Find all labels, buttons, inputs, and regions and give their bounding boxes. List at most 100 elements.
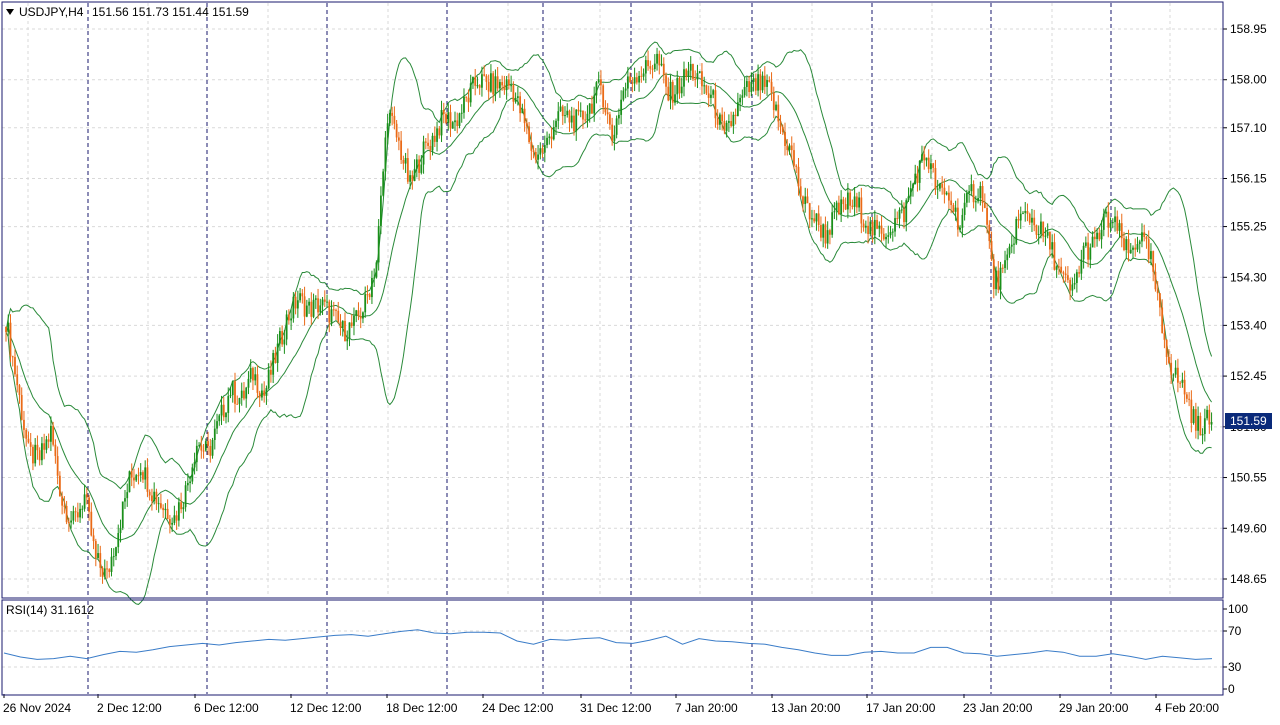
- candle-body: [595, 82, 598, 96]
- candle-body: [793, 150, 795, 166]
- symbol-label: USDJPY,H4: [19, 5, 84, 19]
- candle-body: [721, 114, 724, 121]
- candle-body: [804, 196, 807, 205]
- candle-body: [934, 167, 937, 190]
- candle-body: [516, 96, 519, 98]
- candle-body: [283, 339, 286, 345]
- candle-body: [968, 191, 971, 194]
- candle-body: [685, 69, 688, 77]
- rsi-tick-label: 70: [1228, 624, 1242, 638]
- candle-body: [739, 97, 742, 103]
- candle-body: [521, 108, 524, 114]
- candle-body: [584, 119, 587, 121]
- candle-body: [662, 63, 665, 76]
- candle-body: [519, 96, 522, 114]
- candle-body: [440, 109, 443, 136]
- x-tick-label: 26 Nov 2024: [3, 701, 71, 715]
- candle-body: [137, 475, 140, 477]
- candle-body: [1100, 229, 1103, 240]
- candle-body: [817, 213, 820, 226]
- x-tick-label: 17 Jan 20:00: [866, 701, 936, 715]
- candle-body: [1123, 238, 1125, 251]
- candle-body: [622, 90, 625, 100]
- candle-body: [871, 221, 874, 236]
- candle-body: [353, 315, 355, 326]
- candle-body: [92, 535, 95, 542]
- candle-body: [458, 113, 461, 127]
- candle-body: [1136, 244, 1139, 250]
- candle-body: [415, 159, 418, 169]
- candle-body: [779, 121, 782, 128]
- candle-body: [611, 124, 614, 141]
- candle-body: [303, 296, 306, 317]
- candle-body: [45, 439, 48, 450]
- candle-body: [1089, 247, 1092, 260]
- candle-body: [914, 173, 917, 185]
- candle-body: [806, 196, 809, 204]
- candle-body: [146, 467, 149, 492]
- candle-body: [761, 75, 764, 91]
- candle-body: [5, 326, 7, 333]
- candle-body: [566, 110, 569, 116]
- candle-body: [786, 145, 789, 151]
- candle-body: [341, 320, 344, 328]
- candle-body: [784, 131, 786, 146]
- candle-body: [559, 106, 562, 112]
- candle-body: [395, 123, 398, 138]
- candle-body: [727, 121, 730, 123]
- candle-body: [420, 164, 423, 173]
- candle-body: [406, 158, 409, 182]
- candle-body: [674, 94, 676, 103]
- candle-body: [1105, 211, 1107, 214]
- candle-body: [763, 75, 766, 87]
- candle-body: [948, 192, 950, 201]
- candle-body: [151, 495, 153, 502]
- candle-body: [757, 74, 759, 91]
- candle-body: [202, 450, 205, 452]
- candle-body: [1035, 225, 1038, 235]
- candle-body: [1120, 223, 1123, 239]
- candle-body: [941, 183, 944, 188]
- candle-body: [770, 81, 773, 93]
- candle-body: [846, 192, 849, 210]
- candle-body: [373, 277, 376, 279]
- y-tick-label: 148.65: [1230, 572, 1267, 586]
- candle-body: [97, 553, 99, 558]
- candle-body: [191, 467, 194, 482]
- candle-body: [974, 201, 977, 203]
- candle-body: [752, 78, 755, 82]
- candle-body: [14, 357, 16, 375]
- candle-body: [537, 154, 539, 160]
- candle-body: [680, 86, 683, 94]
- candle-body: [855, 196, 858, 208]
- chart-window[interactable]: 158.95 158.00 157.10 156.15 155.25 154.30 153.…: [0, 0, 1280, 720]
- candle-body: [503, 85, 506, 91]
- candle-body: [1190, 399, 1193, 424]
- candle-body: [851, 205, 854, 207]
- candle-body: [772, 92, 775, 111]
- candle-body: [263, 390, 266, 396]
- candle-body: [1053, 242, 1056, 270]
- candle-body: [20, 394, 23, 420]
- price-chart[interactable]: 158.95 158.00 157.10 156.15 155.25 154.30 153.…: [0, 0, 1280, 720]
- candle-body: [743, 86, 746, 96]
- candle-body: [29, 442, 32, 447]
- candle-body: [85, 494, 88, 498]
- candle-body: [1031, 217, 1033, 223]
- candle-body: [18, 385, 21, 395]
- candle-body: [525, 123, 528, 127]
- candle-body: [106, 568, 108, 570]
- candle-body: [624, 88, 627, 91]
- candle-body: [357, 310, 360, 317]
- candle-body: [153, 491, 156, 502]
- y-tick-label: 149.60: [1230, 521, 1267, 535]
- candle-body: [110, 556, 113, 572]
- candle-body: [943, 187, 946, 195]
- candle-body: [72, 511, 75, 521]
- candle-body: [65, 505, 68, 523]
- candle-body: [11, 356, 14, 358]
- candle-body: [377, 225, 380, 263]
- candle-body: [222, 404, 225, 418]
- x-tick-label: 12 Dec 12:00: [290, 701, 362, 715]
- candle-body: [90, 511, 93, 536]
